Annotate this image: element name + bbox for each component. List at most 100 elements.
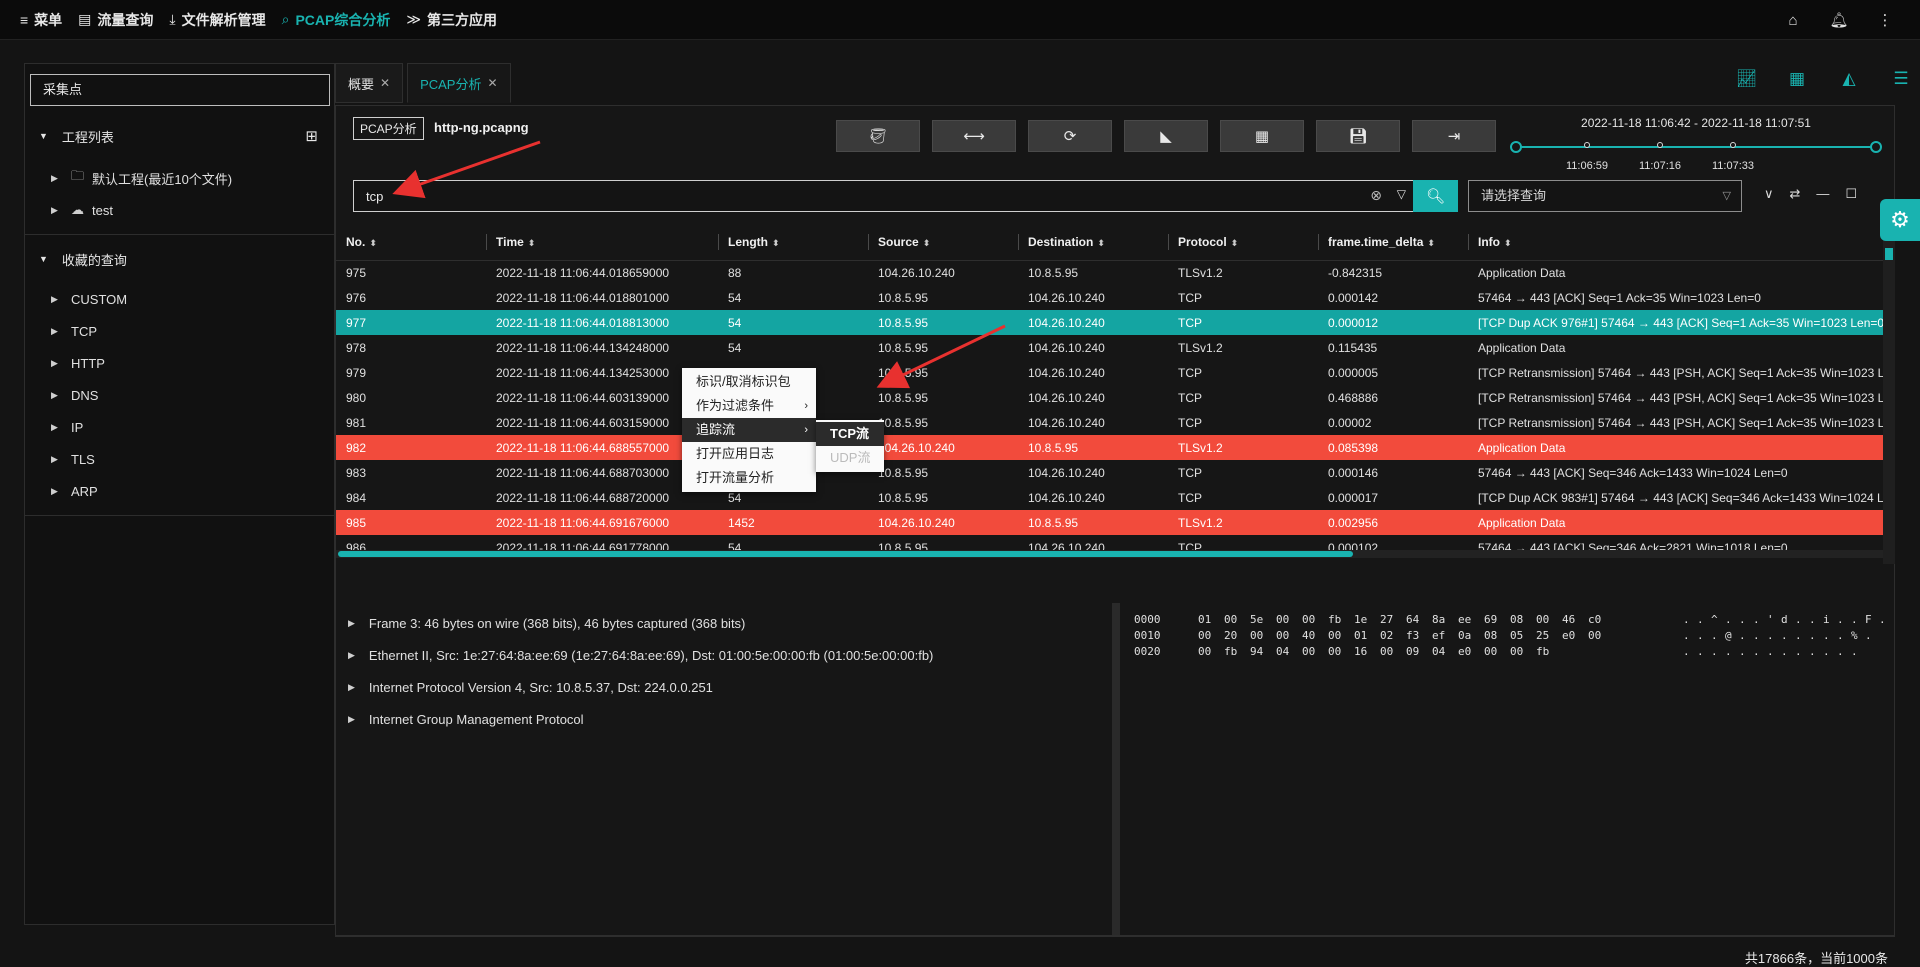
hex-byte[interactable]: 00: [1328, 629, 1354, 645]
search-button[interactable]: 🔍︎: [1413, 180, 1458, 212]
table-row[interactable]: 985 2022-11-18 11:06:44.691676000 1452 104.…: [336, 510, 1883, 535]
close-icon[interactable]: ✕: [380, 76, 390, 90]
hex-byte[interactable]: 01: [1354, 629, 1380, 645]
table-row[interactable]: 9822022-11-18 11:06:44.6885570001452104.…: [336, 435, 1883, 460]
panel-icon[interactable]: ☰: [1892, 69, 1910, 89]
hex-byte[interactable]: 00: [1302, 613, 1328, 629]
hex-byte[interactable]: 40: [1302, 629, 1328, 645]
detail-row[interactable]: ▶ Internet Group Management Protocol: [336, 703, 1112, 735]
hex-byte[interactable]: 20: [1224, 629, 1250, 645]
clear-icon[interactable]: ⊗: [1370, 187, 1382, 204]
hex-byte[interactable]: c0: [1588, 613, 1614, 629]
chart-icon[interactable]: 📈︎: [1736, 69, 1758, 89]
column-header[interactable]: No. ⬍: [336, 224, 486, 261]
hex-byte[interactable]: ef: [1432, 629, 1458, 645]
favorite-item[interactable]: ▶ CUSTOM: [25, 283, 334, 315]
scroll-thumb[interactable]: [1885, 248, 1893, 260]
table-row[interactable]: 9802022-11-18 11:06:44.6031390005410.8.5…: [336, 385, 1883, 410]
column-header[interactable]: Protocol ⬍: [1168, 224, 1318, 261]
hex-byte[interactable]: 05: [1510, 629, 1536, 645]
project-list-header[interactable]: ▼ 工程列表 ⊞: [25, 116, 334, 156]
table-row[interactable]: 984 2022-11-18 11:06:44.688720000 54 10.8.5…: [336, 485, 1883, 510]
time-range-slider[interactable]: 2022-11-18 11:06:42 - 2022-11-18 11:07:5…: [1506, 114, 1886, 172]
sort-icon[interactable]: ⬍: [1097, 238, 1105, 248]
export-button[interactable]: ⇥: [1412, 120, 1496, 152]
column-header[interactable]: frame.time_delta ⬍: [1318, 224, 1468, 261]
hex-byte[interactable]: ee: [1458, 613, 1484, 629]
hex-byte[interactable]: 09: [1406, 645, 1432, 661]
hex-byte[interactable]: 00: [1510, 645, 1536, 661]
hex-byte[interactable]: 0a: [1458, 629, 1484, 645]
sort-icon[interactable]: ⬍: [772, 238, 780, 248]
menu-item-mark-packet[interactable]: 标识/取消标识包: [682, 370, 816, 394]
favorite-item[interactable]: ▶ ARP: [25, 475, 334, 507]
favorite-item[interactable]: ▶ TLS: [25, 443, 334, 475]
hex-byte[interactable]: 00: [1380, 645, 1406, 661]
hex-byte[interactable]: 04: [1432, 645, 1458, 661]
tab-pcap-analysis[interactable]: PCAP分析 ✕: [407, 63, 511, 103]
maximize-icon[interactable]: ☐: [1845, 186, 1857, 202]
table-row[interactable]: 977 2022-11-18 11:06:44.018813000 54 10.8.5…: [336, 310, 1883, 335]
hex-byte[interactable]: 08: [1484, 629, 1510, 645]
hex-byte[interactable]: 00: [1328, 645, 1354, 661]
hex-byte[interactable]: 27: [1380, 613, 1406, 629]
hex-byte[interactable]: 00: [1588, 629, 1614, 645]
table-row[interactable]: 978 2022-11-18 11:06:44.134248000 54 10.8.5…: [336, 335, 1883, 360]
more-icon[interactable]: ⋮: [1874, 11, 1896, 29]
column-header[interactable]: Destination ⬍: [1018, 224, 1168, 261]
hex-byte[interactable]: 00: [1302, 645, 1328, 661]
vertical-scrollbar[interactable]: [1883, 224, 1895, 564]
table-row[interactable]: 9812022-11-18 11:06:44.6031590005410.8.5…: [336, 410, 1883, 435]
hex-byte[interactable]: 46: [1562, 613, 1588, 629]
hex-byte[interactable]: 00: [1198, 645, 1224, 661]
scroll-thumb[interactable]: [338, 551, 1353, 557]
sort-icon[interactable]: ⬍: [528, 238, 536, 248]
pane-splitter[interactable]: [1112, 603, 1120, 935]
favorite-item[interactable]: ▶ IP: [25, 411, 334, 443]
menu-item-tcp-stream[interactable]: TCP流: [816, 422, 884, 446]
project-item-test[interactable]: ▶ ☁︎ test: [25, 194, 334, 226]
hex-byte[interactable]: 00: [1198, 629, 1224, 645]
grid-button[interactable]: ▦: [1220, 120, 1304, 152]
column-resizer[interactable]: [486, 234, 487, 250]
refresh-button[interactable]: ⟳: [1028, 120, 1112, 152]
nav-file-parse[interactable]: ⤓ 文件解析管理: [169, 10, 265, 30]
hex-byte[interactable]: 02: [1380, 629, 1406, 645]
chart-button[interactable]: ◣: [1124, 120, 1208, 152]
hex-byte[interactable]: 00: [1276, 629, 1302, 645]
nav-third-party[interactable]: ≫ 第三方应用: [406, 10, 497, 30]
column-resizer[interactable]: [1168, 234, 1169, 250]
sail-icon[interactable]: ◭: [1840, 69, 1858, 89]
hex-byte[interactable]: 16: [1354, 645, 1380, 661]
column-header[interactable]: Info ⬍: [1468, 224, 1883, 261]
collect-point-input[interactable]: 采集点: [30, 74, 330, 106]
range-start-handle[interactable]: [1510, 141, 1522, 153]
tab-overview[interactable]: 概要 ✕: [335, 63, 404, 103]
menu-item-follow-stream[interactable]: 追踪流 ›: [682, 418, 816, 442]
hex-byte[interactable]: 25: [1536, 629, 1562, 645]
sort-icon[interactable]: ⬍: [1504, 238, 1512, 248]
column-header[interactable]: Time ⬍: [486, 224, 718, 261]
filter-input[interactable]: tcp ⊗ ▽: [353, 180, 1417, 212]
hex-byte[interactable]: 00: [1250, 629, 1276, 645]
save-button[interactable]: 💾︎: [1316, 120, 1400, 152]
hex-byte[interactable]: 5e: [1250, 613, 1276, 629]
paint-bucket-button[interactable]: 🪣︎: [836, 120, 920, 152]
minimize-icon[interactable]: —: [1816, 186, 1829, 202]
chevron-down-icon[interactable]: ▽: [1397, 187, 1406, 201]
column-resizer[interactable]: [1318, 234, 1319, 250]
column-header[interactable]: Source ⬍: [868, 224, 1018, 261]
hex-byte[interactable]: e0: [1562, 629, 1588, 645]
hex-byte[interactable]: 94: [1250, 645, 1276, 661]
hex-byte[interactable]: 01: [1198, 613, 1224, 629]
column-resizer[interactable]: [718, 234, 719, 250]
table-row[interactable]: 976 2022-11-18 11:06:44.018801000 54 10.8.5…: [336, 285, 1883, 310]
hex-byte[interactable]: 64: [1406, 613, 1432, 629]
hex-byte[interactable]: fb: [1536, 645, 1562, 661]
menu-item-open-app-log[interactable]: 打开应用日志: [682, 442, 816, 466]
width-button[interactable]: ⟷: [932, 120, 1016, 152]
hex-byte[interactable]: 00: [1276, 613, 1302, 629]
column-resizer[interactable]: [868, 234, 869, 250]
swap-icon[interactable]: ⇄: [1790, 186, 1801, 202]
table-view-icon[interactable]: ▦: [1788, 69, 1806, 89]
